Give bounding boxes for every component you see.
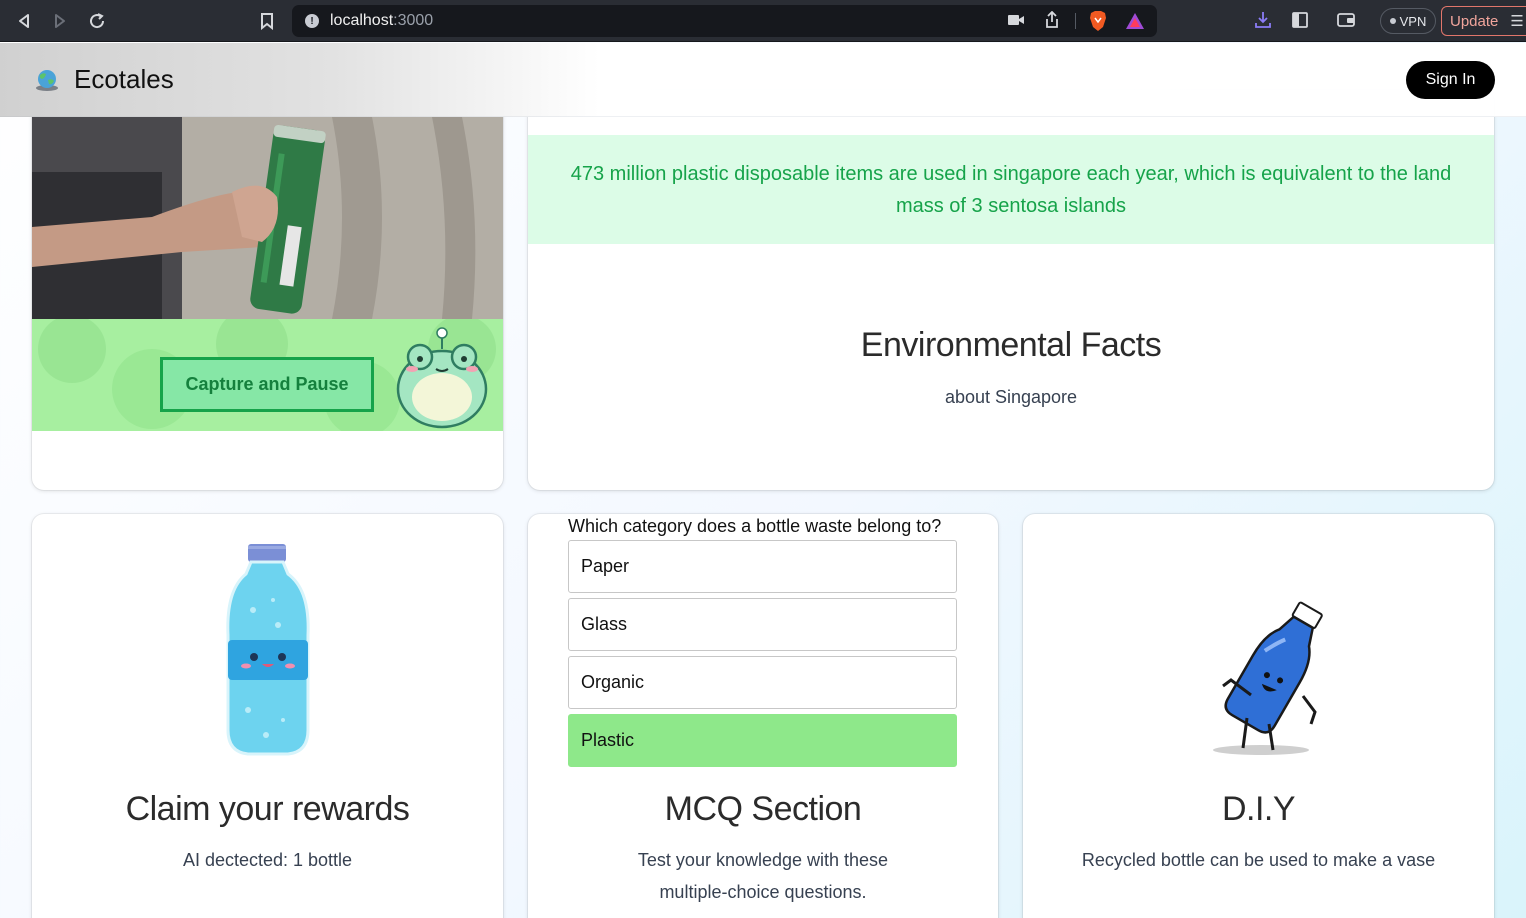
environmental-facts-card: 473 million plastic disposable items are…	[528, 90, 1494, 490]
mcq-description-line2: multiple-choice questions.	[659, 882, 867, 902]
rewards-card[interactable]: Claim your rewards AI dectected: 1 bottl…	[32, 514, 503, 918]
mcq-title: MCQ Section	[664, 790, 862, 828]
share-icon[interactable]	[1044, 11, 1060, 29]
back-icon[interactable]	[13, 10, 35, 32]
earth-logo-icon[interactable]	[33, 68, 61, 92]
diy-card[interactable]: D.I.Y Recycled bottle can be used to mak…	[1023, 514, 1494, 918]
update-label: Update	[1450, 12, 1499, 30]
mcq-question: Which category does a bottle waste belon…	[568, 516, 942, 536]
vpn-status-dot	[1389, 18, 1396, 24]
mcq-option-glass[interactable]: Glass	[568, 598, 957, 651]
diy-description: Recycled bottle can be used to make a va…	[1081, 850, 1436, 870]
camera-access-icon[interactable]	[1007, 13, 1025, 27]
rewards-title: Claim your rewards	[125, 790, 410, 828]
forward-icon[interactable]	[49, 10, 71, 32]
rewards-detected-text: AI dectected: 1 bottle	[182, 850, 353, 870]
frog-mascot-icon	[396, 327, 488, 429]
menu-icon[interactable]: ☰	[1510, 12, 1523, 30]
vpn-button[interactable]: VPN	[1380, 8, 1436, 34]
mcq-option-paper[interactable]: Paper	[568, 540, 957, 593]
site-info-icon[interactable]: !	[305, 14, 319, 28]
wallet-icon[interactable]	[1337, 12, 1355, 28]
url-text: localhost:3000	[330, 12, 434, 29]
update-button[interactable]: Update ☰	[1441, 6, 1526, 36]
browser-toolbar: ! localhost:3000 VPN Update ☰	[0, 0, 1526, 42]
facts-title: Environmental Facts	[860, 326, 1162, 364]
mcq-card: Which category does a bottle waste belon…	[528, 514, 998, 918]
fact-banner: 473 million plastic disposable items are…	[528, 135, 1494, 244]
app-header: Ecotales Sign In	[0, 43, 1526, 117]
water-bottle-icon	[226, 544, 310, 756]
mcq-description-line1: Test your knowledge with these	[637, 850, 889, 870]
brave-shields-icon[interactable]	[1088, 10, 1108, 32]
sign-in-button[interactable]: Sign In	[1406, 61, 1495, 99]
downloads-icon[interactable]	[1254, 11, 1272, 29]
capture-and-pause-button[interactable]: Capture and Pause	[160, 357, 374, 412]
walking-bottle-icon	[1213, 601, 1323, 755]
mcq-option-organic[interactable]: Organic	[568, 656, 957, 709]
sidebar-icon[interactable]	[1292, 12, 1308, 28]
brave-rewards-icon[interactable]	[1125, 12, 1145, 30]
address-bar[interactable]: ! localhost:3000	[292, 5, 1157, 37]
divider	[1075, 13, 1076, 29]
brand-name[interactable]: Ecotales	[74, 64, 174, 95]
camera-controls-bar: Capture and Pause	[32, 319, 503, 431]
reload-icon[interactable]	[86, 10, 108, 32]
bookmark-icon[interactable]	[256, 10, 278, 32]
diy-title: D.I.Y	[1221, 790, 1296, 828]
mcq-option-plastic[interactable]: Plastic	[568, 714, 957, 767]
camera-feed	[32, 117, 503, 319]
camera-card: Capture and Pause	[32, 90, 503, 490]
facts-subtitle: about Singapore	[944, 387, 1078, 407]
vpn-label: VPN	[1399, 13, 1427, 29]
